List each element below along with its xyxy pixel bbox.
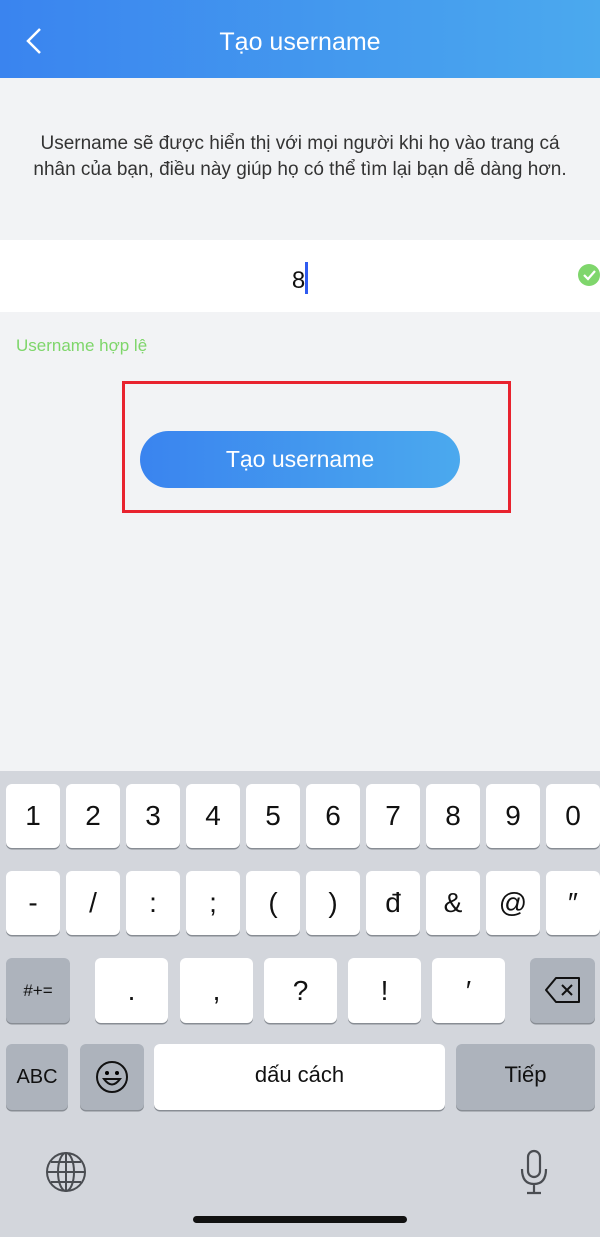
username-input[interactable]: 8 [0, 240, 600, 312]
key[interactable]: 5 [246, 784, 300, 848]
key[interactable]: ; [186, 871, 240, 935]
key[interactable]: . [95, 958, 168, 1023]
symbols-key[interactable]: #+= [6, 958, 70, 1023]
home-indicator[interactable] [193, 1216, 407, 1223]
key[interactable]: , [180, 958, 253, 1023]
key[interactable]: & [426, 871, 480, 935]
microphone-icon[interactable] [518, 1149, 550, 1200]
header: Tạo username [0, 0, 600, 78]
backspace-key[interactable] [530, 958, 595, 1023]
text-caret [305, 262, 309, 294]
key[interactable]: 2 [66, 784, 120, 848]
key[interactable]: 0 [546, 784, 600, 848]
key[interactable]: ″ [546, 871, 600, 935]
check-circle-icon [578, 264, 600, 286]
key[interactable]: 1 [6, 784, 60, 848]
key[interactable]: ( [246, 871, 300, 935]
abc-key[interactable]: ABC [6, 1044, 68, 1110]
keyboard: 1 -2 /3:4; 5 (6) 7 đ 8 & 9 @0 ″ #+=.,?! ′ ABC dấu cách T… [0, 771, 600, 1237]
key[interactable]: ! [348, 958, 421, 1023]
space-key[interactable]: dấu cách [154, 1044, 445, 1110]
key[interactable]: 8 [426, 784, 480, 848]
key[interactable]: 7 [366, 784, 420, 848]
key[interactable]: 9 [486, 784, 540, 848]
emoji-key[interactable] [80, 1044, 144, 1110]
key[interactable]: 4 [186, 784, 240, 848]
key[interactable]: - [6, 871, 60, 935]
next-key[interactable]: Tiếp [456, 1044, 595, 1110]
key[interactable]: ) [306, 871, 360, 935]
page-title: Tạo username [219, 28, 381, 56]
key[interactable]: đ [366, 871, 420, 935]
key[interactable]: ′ [432, 958, 505, 1023]
key[interactable]: ? [264, 958, 337, 1023]
key[interactable]: @ [486, 871, 540, 935]
username-value: 8 [291, 267, 306, 294]
key[interactable]: / [66, 871, 120, 935]
key[interactable]: : [126, 871, 180, 935]
key[interactable]: 3 [126, 784, 180, 848]
globe-icon[interactable] [45, 1151, 87, 1198]
emoji-icon [96, 1061, 128, 1093]
create-username-button[interactable]: Tạo username [140, 431, 460, 488]
backspace-icon [544, 977, 580, 1003]
description: Username sẽ được hiển thị với mọi người … [33, 133, 567, 180]
validation-message: Username hợp lệ [16, 336, 148, 355]
key[interactable]: 6 [306, 784, 360, 848]
